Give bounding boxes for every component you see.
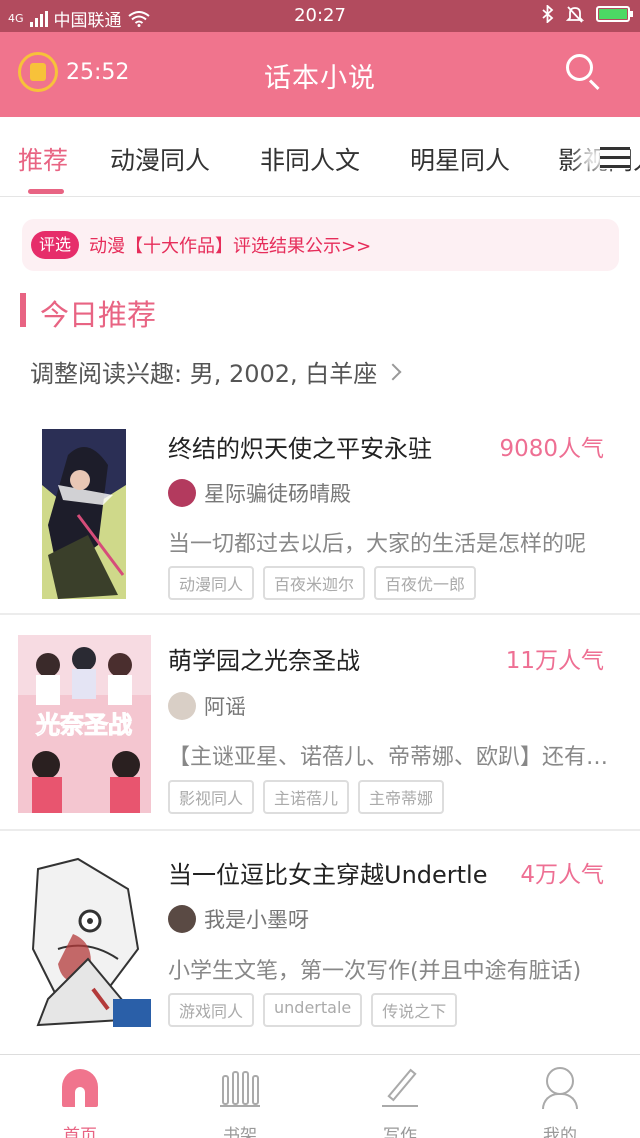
announcement-badge: 评选 [31,231,80,259]
tag[interactable]: 主诺蓓儿 [263,780,350,814]
popularity-count: 4万人气 [520,862,604,888]
book-tags: 影视同人 主诺蓓儿 主帝蒂娜 [168,780,445,814]
avatar [168,692,196,720]
announcement-text: 动漫【十大作品】评选结果公示>> [89,236,372,257]
author-name: 星际骗徒砀晴殿 [204,482,351,506]
active-tab-indicator [28,189,64,194]
bluetooth-icon [542,5,554,23]
tag[interactable]: 影视同人 [168,780,255,814]
chevron-right-icon [384,363,402,380]
avatar [168,905,196,933]
search-button[interactable] [566,54,600,91]
author-name: 我是小墨呀 [204,908,309,932]
nav-label: 首页 [63,1126,97,1138]
popularity-count: 11万人气 [505,648,604,674]
tab-original[interactable]: 非同人文 [260,141,360,177]
book-title[interactable]: 终结的炽天使之平安永驻 [168,429,432,464]
tag[interactable]: 动漫同人 [168,566,255,600]
book-author[interactable]: 阿谣 [168,691,246,721]
nav-profile[interactable]: 我的 [480,1065,640,1138]
category-tabs: 推荐 动漫同人 非同人文 明星同人 影视同人 [0,117,640,197]
nav-label: 写作 [383,1126,417,1138]
avatar [168,479,196,507]
pencil-icon [380,1065,420,1109]
nav-label: 书架 [223,1126,257,1138]
tag[interactable]: 游戏同人 [168,993,255,1027]
announcement-banner[interactable]: 评选 动漫【十大作品】评选结果公示>> [22,219,619,271]
book-title[interactable]: 当一位逗比女主穿越Undertle [168,855,488,890]
interest-text: 调整阅读兴趣: 男, 2002, 白羊座 [30,360,378,388]
more-categories-icon[interactable] [600,147,630,169]
status-right [542,5,633,23]
book-description: 【主谜亚星、诺蓓儿、帝蒂娜、欧趴】还有其他人 [168,745,618,770]
book-cover[interactable]: 光奈圣战 [18,635,151,813]
book-author[interactable]: 我是小墨呀 [168,904,309,934]
book-card[interactable]: 终结的炽天使之平安永驻 9080人气 星际骗徒砀晴殿 当一切都过去以后，大家的生… [0,405,640,613]
tab-anime-fanfic[interactable]: 动漫同人 [110,141,210,177]
home-icon [60,1065,100,1109]
tab-celebrity-fanfic[interactable]: 明星同人 [410,141,510,177]
cover-title-art: 光奈圣战 [35,711,132,739]
app-header: 25:52 话本小说 [0,32,640,117]
tab-recommend[interactable]: 推荐 [18,141,68,177]
tag[interactable]: 百夜米迦尔 [263,566,366,600]
popularity-count: 9080人气 [499,436,604,462]
book-tags: 动漫同人 百夜米迦尔 百夜优一郎 [168,566,477,600]
book-cover[interactable] [18,849,151,1027]
book-card[interactable]: 光奈圣战 萌学园之光奈圣战 11万人气 阿谣 【主谜亚星、诺蓓儿、帝蒂娜、欧趴】… [0,615,640,829]
silent-bell-icon [566,6,584,23]
tag[interactable]: 主帝蒂娜 [358,780,445,814]
book-description: 小学生文笔，第一次写作(并且中途有脏话) [168,959,582,984]
nav-bookshelf[interactable]: 书架 [160,1065,320,1138]
search-icon [566,54,593,81]
book-description: 当一切都过去以后，大家的生活是怎样的呢 [168,532,587,557]
book-card[interactable]: 当一位逗比女主穿越Undertle 4万人气 我是小墨呀 小学生文笔，第一次写作… [0,831,640,1043]
bookshelf-icon [220,1065,260,1109]
app-title: 话本小说 [264,63,376,94]
book-author[interactable]: 星际骗徒砀晴殿 [168,478,351,508]
section-marker [20,293,26,327]
section-title: 今日推荐 [40,298,157,332]
nav-home[interactable]: 首页 [0,1065,160,1138]
nav-write[interactable]: 写作 [320,1065,480,1138]
battery-icon [596,6,633,22]
status-bar: 4G 中国联通 20:27 [0,0,640,32]
tag[interactable]: undertale [263,993,363,1027]
adjust-interest-link[interactable]: 调整阅读兴趣: 男, 2002, 白羊座 [30,354,402,389]
nav-label: 我的 [543,1126,577,1138]
book-cover[interactable] [18,425,151,603]
book-title[interactable]: 萌学园之光奈圣战 [168,641,360,676]
book-tags: 游戏同人 undertale 传说之下 [168,993,458,1027]
profile-icon [540,1065,580,1109]
tag[interactable]: 传说之下 [371,993,458,1027]
bottom-navigation: 首页 书架 写作 我的 [0,1054,640,1138]
tag[interactable]: 百夜优一郎 [374,566,477,600]
author-name: 阿谣 [204,695,246,719]
